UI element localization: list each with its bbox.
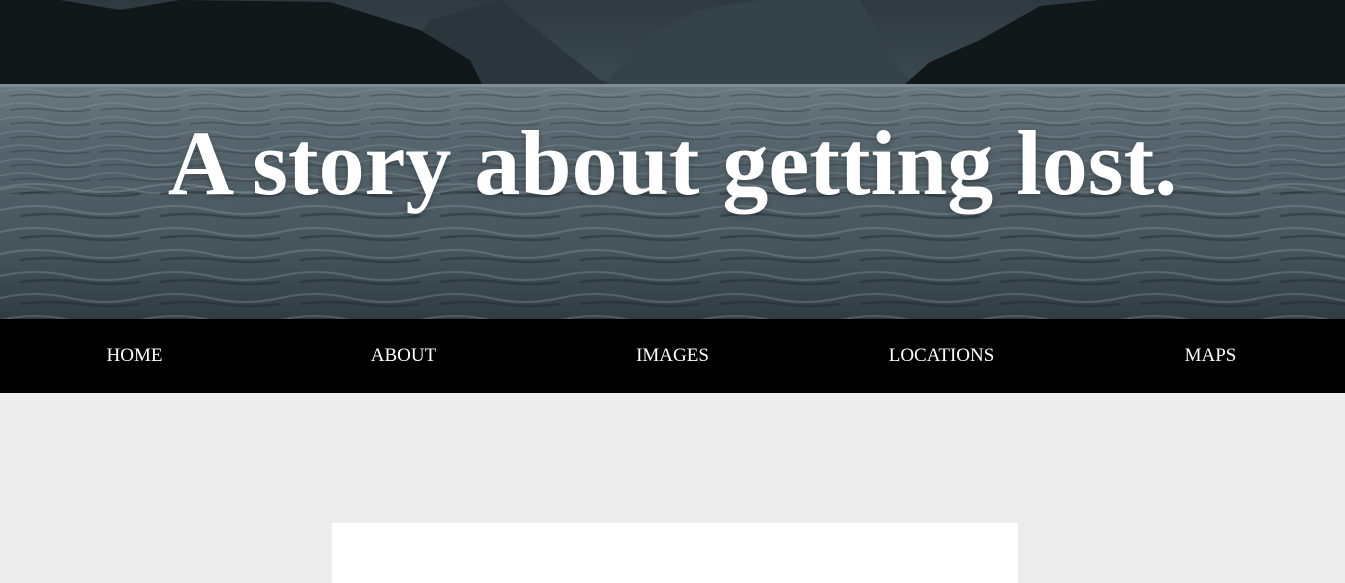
- nav-item-home[interactable]: HOME: [0, 319, 269, 393]
- nav-item-maps[interactable]: MAPS: [1076, 319, 1345, 393]
- nav-item-locations[interactable]: LOCATIONS: [807, 319, 1076, 393]
- main-navigation: HOME ABOUT IMAGES LOCATIONS MAPS: [0, 319, 1345, 393]
- nav-item-about[interactable]: ABOUT: [269, 319, 538, 393]
- main-content: [0, 393, 1345, 583]
- hero-banner: A story about getting lost.: [0, 0, 1345, 319]
- nav-item-images[interactable]: IMAGES: [538, 319, 807, 393]
- hero-title: A story about getting lost.: [167, 112, 1178, 214]
- content-card: [332, 523, 1018, 583]
